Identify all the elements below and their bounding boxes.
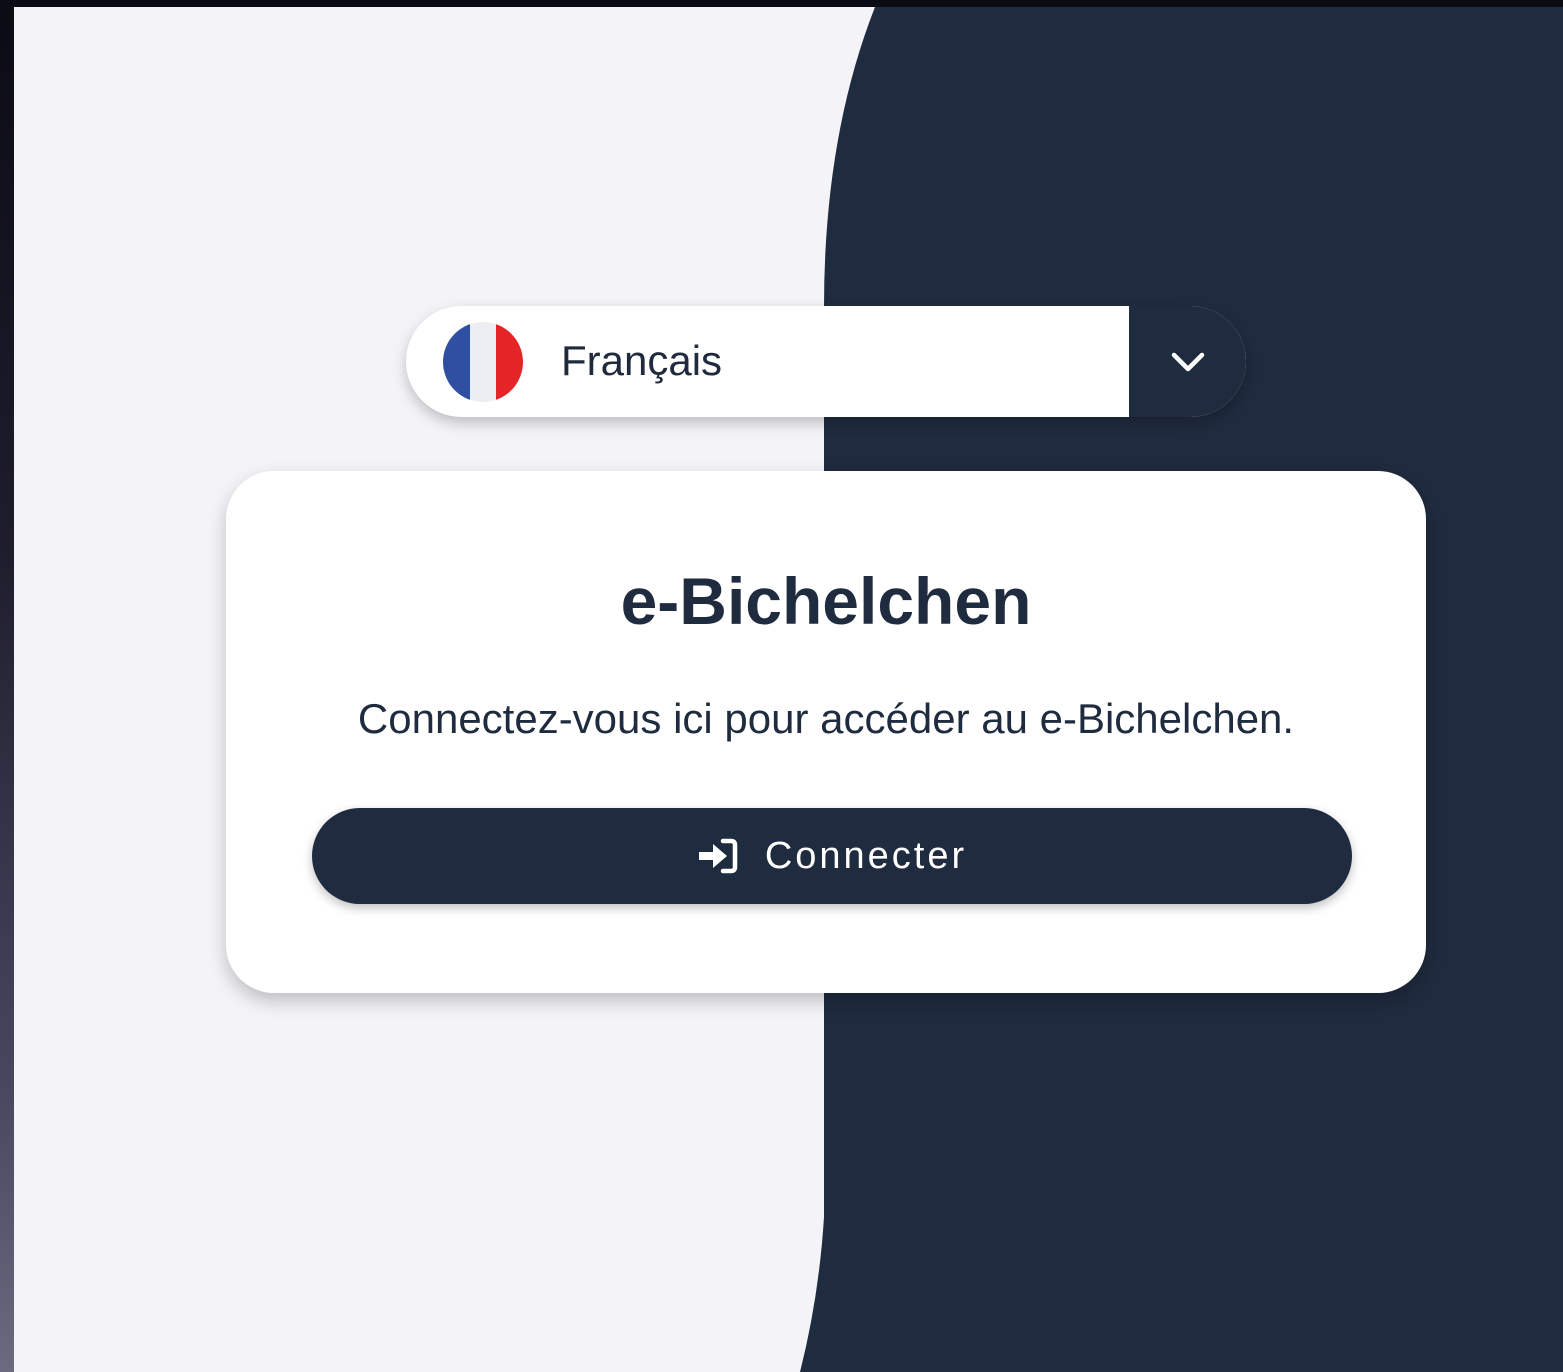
language-select-value: Français <box>561 337 723 384</box>
chevron-down-icon <box>1171 352 1204 371</box>
france-flag-icon <box>443 322 523 402</box>
login-button-label: Connecter <box>764 835 968 877</box>
login-description: Connectez-vous ici pour accéder au e-Bic… <box>357 695 1295 742</box>
login-button[interactable]: Connecter <box>312 808 1352 904</box>
device-frame: Français e-Bichelchen Connectez-vous ici… <box>0 0 1563 1372</box>
page-title: e-Bichelchen <box>620 564 1032 638</box>
login-screen: Français e-Bichelchen Connectez-vous ici… <box>14 7 1563 1372</box>
sign-in-icon <box>697 835 739 877</box>
login-card: e-Bichelchen Connectez-vous ici pour acc… <box>226 471 1426 993</box>
language-dropdown-toggle[interactable] <box>1129 306 1246 417</box>
language-select[interactable]: Français <box>406 306 1246 417</box>
